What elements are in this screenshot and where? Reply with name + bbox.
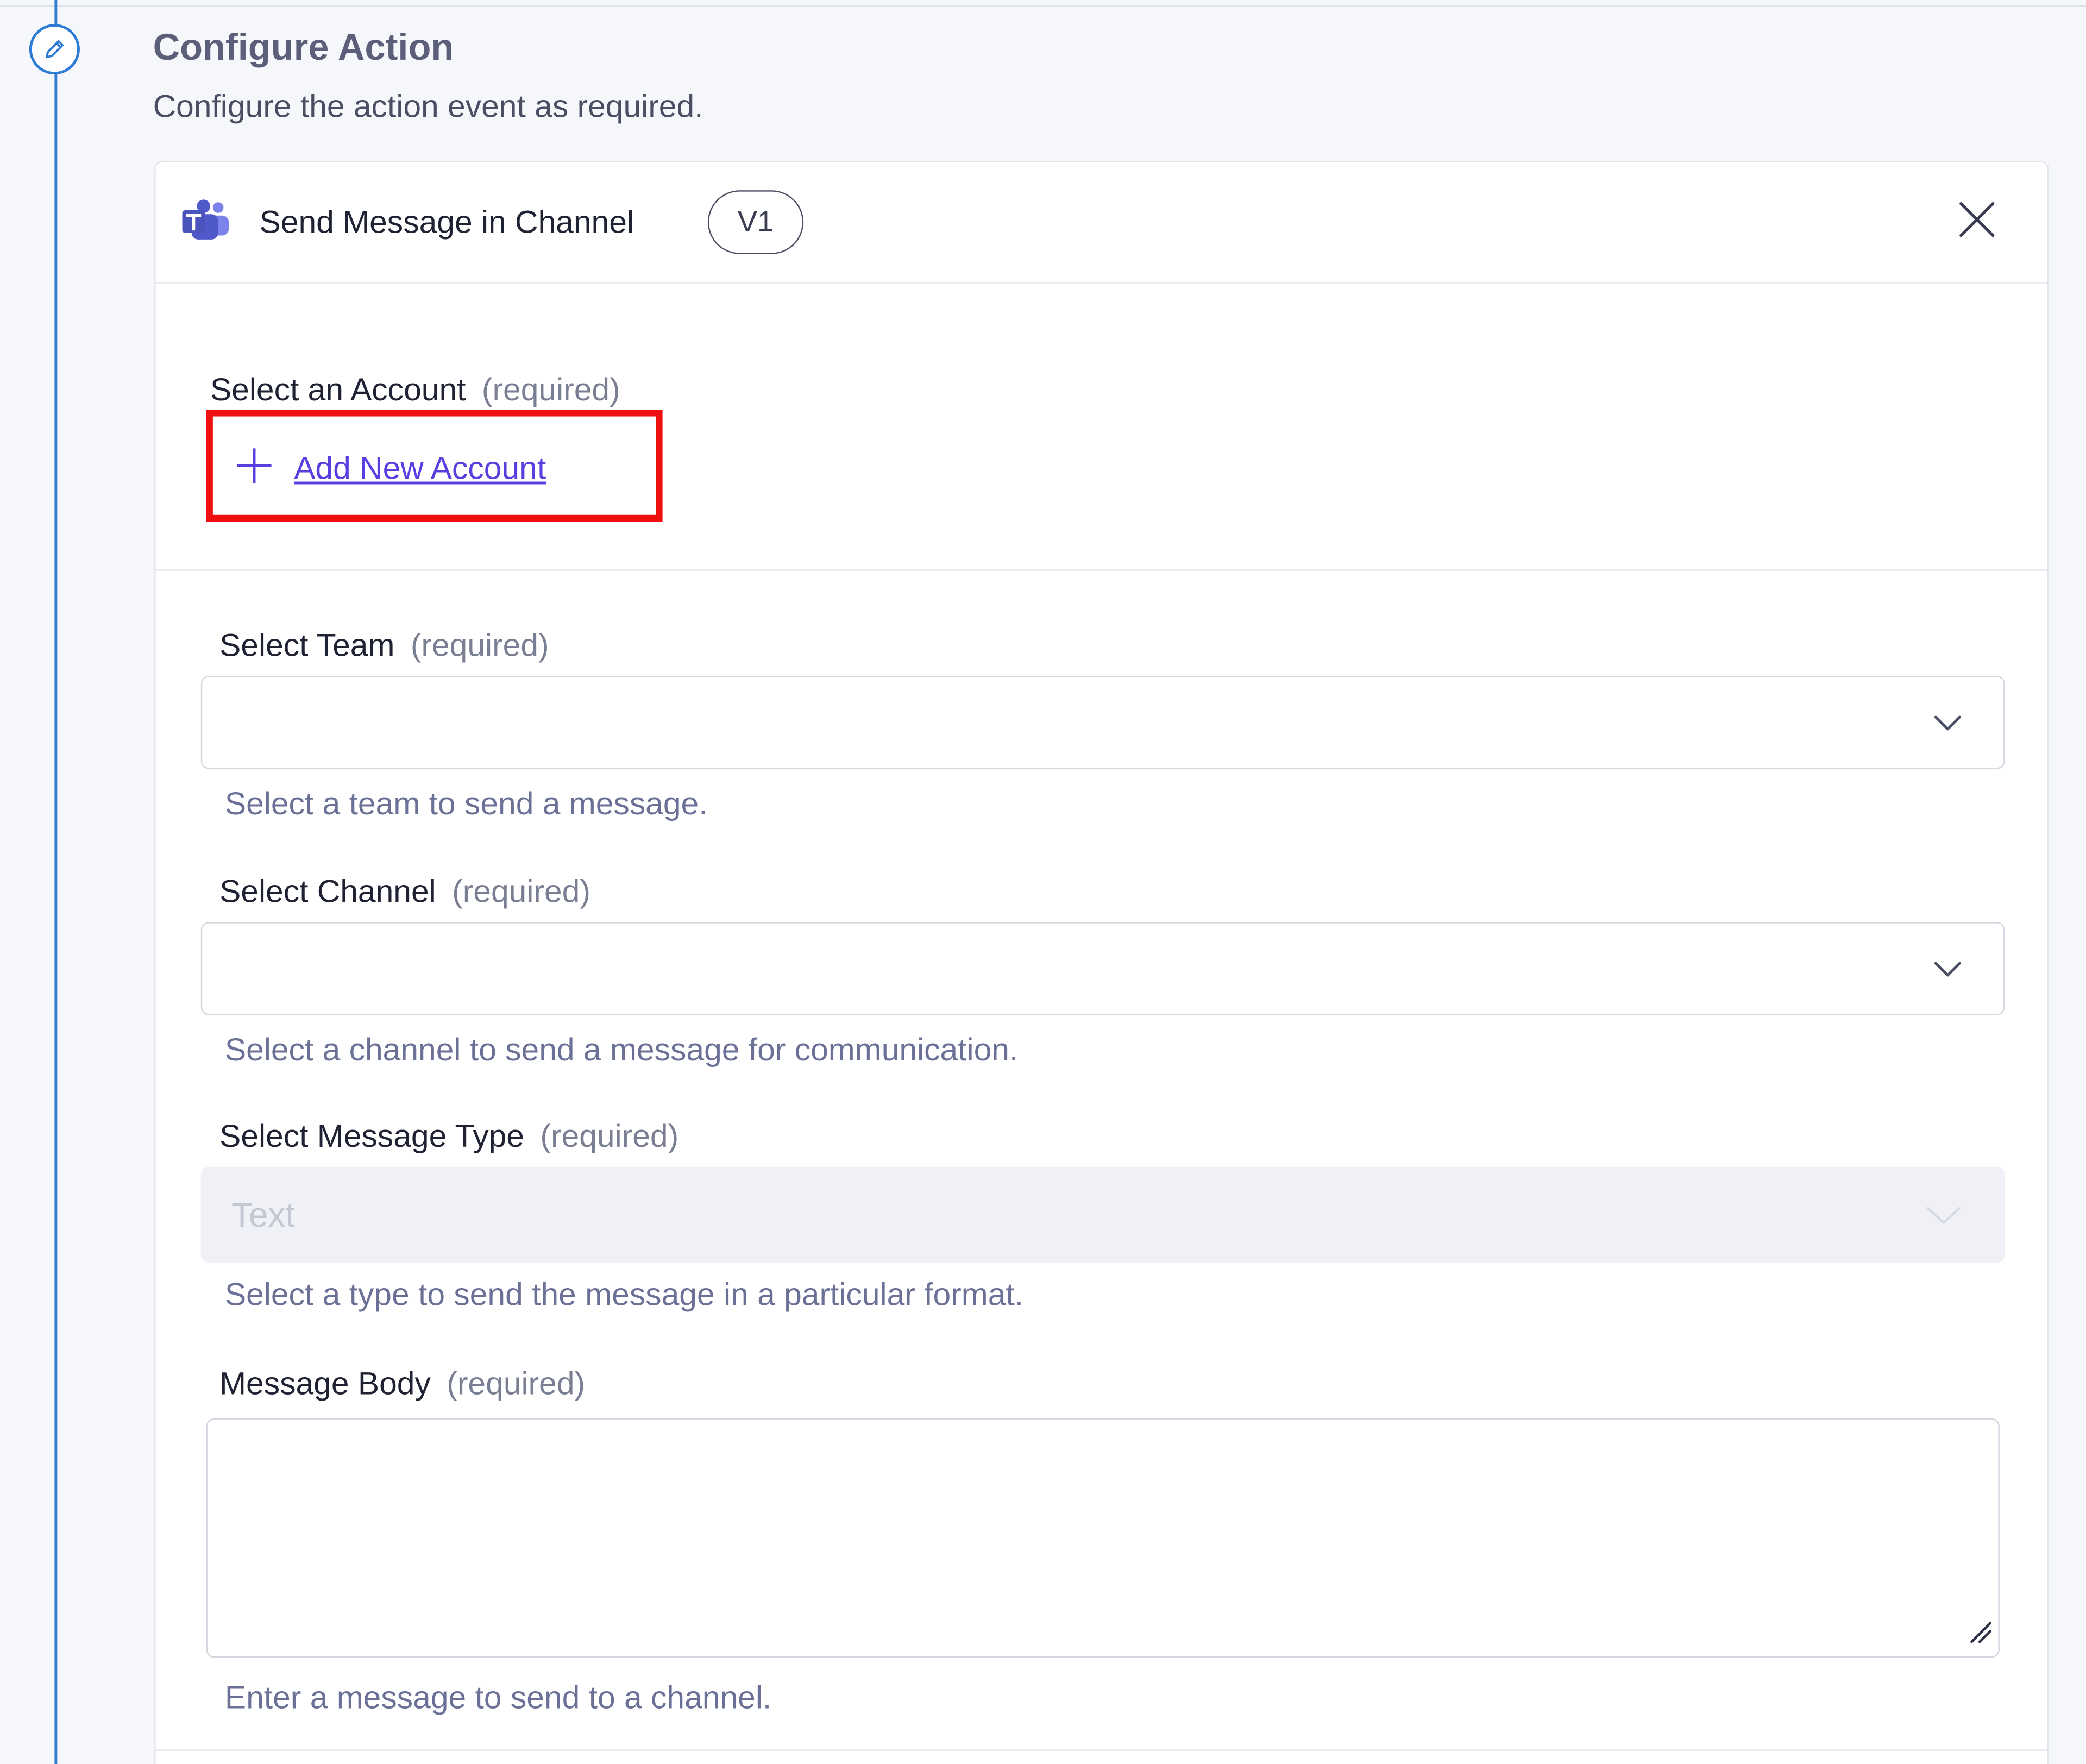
channel-select[interactable] [200,922,2005,1015]
configure-action-page: Configure Action Configure the action ev… [0,0,2086,1764]
version-badge: V1 [707,190,804,254]
channel-required-tag: (required) [452,874,590,911]
close-icon[interactable] [1957,199,1996,239]
resize-handle-icon[interactable] [1966,1618,1993,1651]
message-body-field-label: Message Body (required) [219,1366,585,1404]
pencil-icon [29,24,80,75]
section-subtitle: Configure the action event as required. [153,89,703,125]
team-select[interactable] [200,676,2005,769]
team-field-label: Select Team (required) [219,628,549,666]
message-type-required-tag: (required) [540,1119,679,1155]
channel-hint: Select a channel to send a message for c… [224,1032,1019,1069]
chevron-down-icon [1932,712,1964,739]
message-type-select: Text [200,1166,2005,1263]
section-title: Configure Action [153,26,454,68]
message-type-select-value: Text [231,1195,295,1235]
microsoft-teams-icon [181,198,231,250]
step-timeline [54,0,58,1764]
chevron-down-icon [1932,958,1964,985]
card-bottom-divider [155,1749,2048,1751]
team-hint: Select a team to send a message. [224,786,708,823]
action-config-card: Send Message in Channel V1 Select an Acc… [154,161,2049,1764]
card-header: Send Message in Channel V1 [155,162,2048,284]
top-divider [0,5,2086,7]
message-type-label: Select Message Type [219,1119,524,1155]
message-body-label: Message Body [219,1366,431,1403]
message-type-hint: Select a type to send the message in a p… [224,1277,1024,1314]
message-body-required-tag: (required) [447,1366,586,1403]
action-title: Send Message in Channel [259,205,634,241]
account-section [155,282,2048,571]
message-type-field-label: Select Message Type (required) [219,1119,678,1157]
team-label: Select Team [219,627,395,664]
chevron-down-icon [1924,1203,1963,1233]
team-required-tag: (required) [410,627,549,664]
channel-label: Select Channel [219,874,436,911]
message-body-textarea[interactable] [206,1418,2000,1658]
channel-field-label: Select Channel (required) [219,874,590,912]
message-body-hint: Enter a message to send to a channel. [224,1680,772,1717]
